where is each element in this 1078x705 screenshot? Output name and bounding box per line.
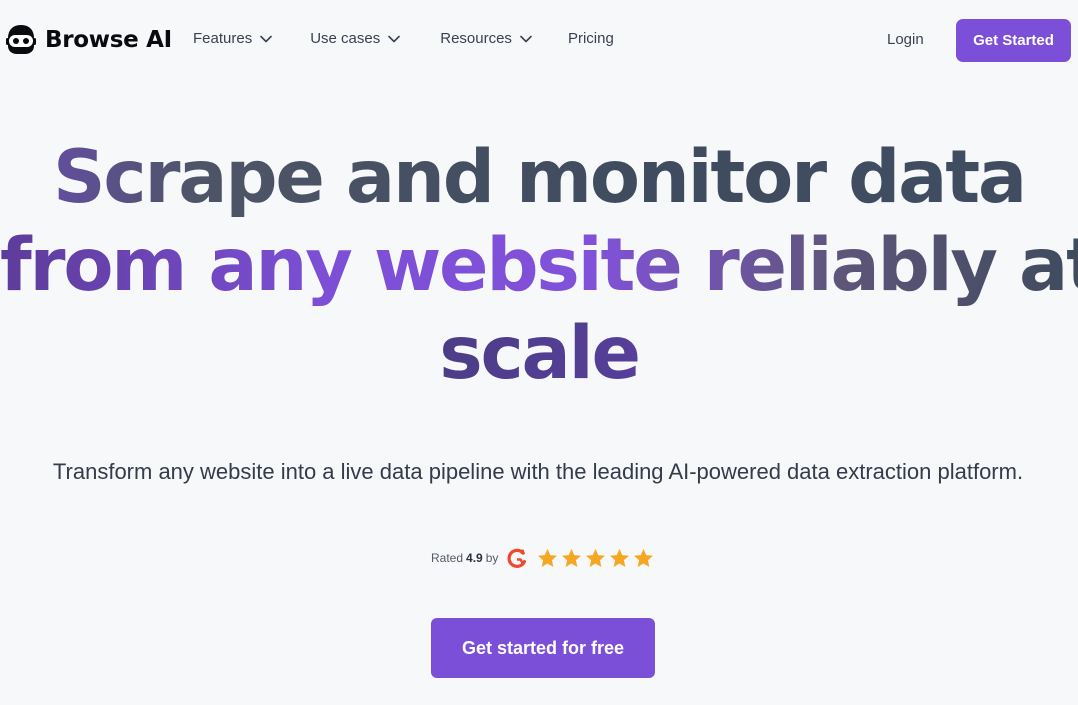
star-icon xyxy=(538,548,558,567)
rating-prefix: Rated xyxy=(431,551,464,565)
rating-score: 4.9 xyxy=(466,551,483,565)
star-icon xyxy=(562,548,582,567)
nav-item-label: Features xyxy=(193,30,253,47)
star-icon xyxy=(586,548,606,567)
brand-logo[interactable]: Browse AI xyxy=(5,22,172,58)
brand-name: Browse AI xyxy=(45,27,172,53)
hero-subtitle: Transform any website into a live data p… xyxy=(52,459,1024,484)
site-header: Browse AI Features Use cases Resources P… xyxy=(0,0,1078,82)
nav-item-pricing[interactable]: Pricing xyxy=(568,30,614,47)
rating-badge: Rated 4.9 by 2 xyxy=(431,545,654,571)
chevron-down-icon xyxy=(520,35,532,42)
star-icon xyxy=(610,548,630,567)
get-started-free-button[interactable]: Get started for free xyxy=(431,618,655,678)
hero-title-line-2: from any website reliably at xyxy=(0,223,1078,308)
hero-title-line-1: Scrape and monitor data xyxy=(0,134,1078,222)
star-rating xyxy=(537,548,654,568)
svg-text:2: 2 xyxy=(521,548,526,556)
main-nav: Features Use cases Resources Pricing xyxy=(193,30,614,47)
nav-item-features[interactable]: Features xyxy=(193,30,273,47)
nav-item-label: Resources xyxy=(440,30,512,47)
hero-title-line-3: scale xyxy=(0,310,1078,398)
hero-title: Scrape and monitor data from any website… xyxy=(0,134,1078,398)
robot-face-icon xyxy=(6,25,36,54)
nav-item-resources[interactable]: Resources xyxy=(440,30,532,47)
chevron-down-icon xyxy=(388,35,401,42)
get-started-button[interactable]: Get Started xyxy=(956,19,1071,62)
nav-item-label: Use cases xyxy=(310,30,381,47)
nav-item-label: Pricing xyxy=(567,30,614,47)
rating-suffix: by xyxy=(485,551,499,565)
g2-logo-icon: 2 xyxy=(507,548,527,568)
login-link[interactable]: Login xyxy=(887,31,924,48)
star-icon xyxy=(634,548,654,567)
chevron-down-icon xyxy=(260,35,273,42)
nav-item-use-cases[interactable]: Use cases xyxy=(310,30,401,47)
